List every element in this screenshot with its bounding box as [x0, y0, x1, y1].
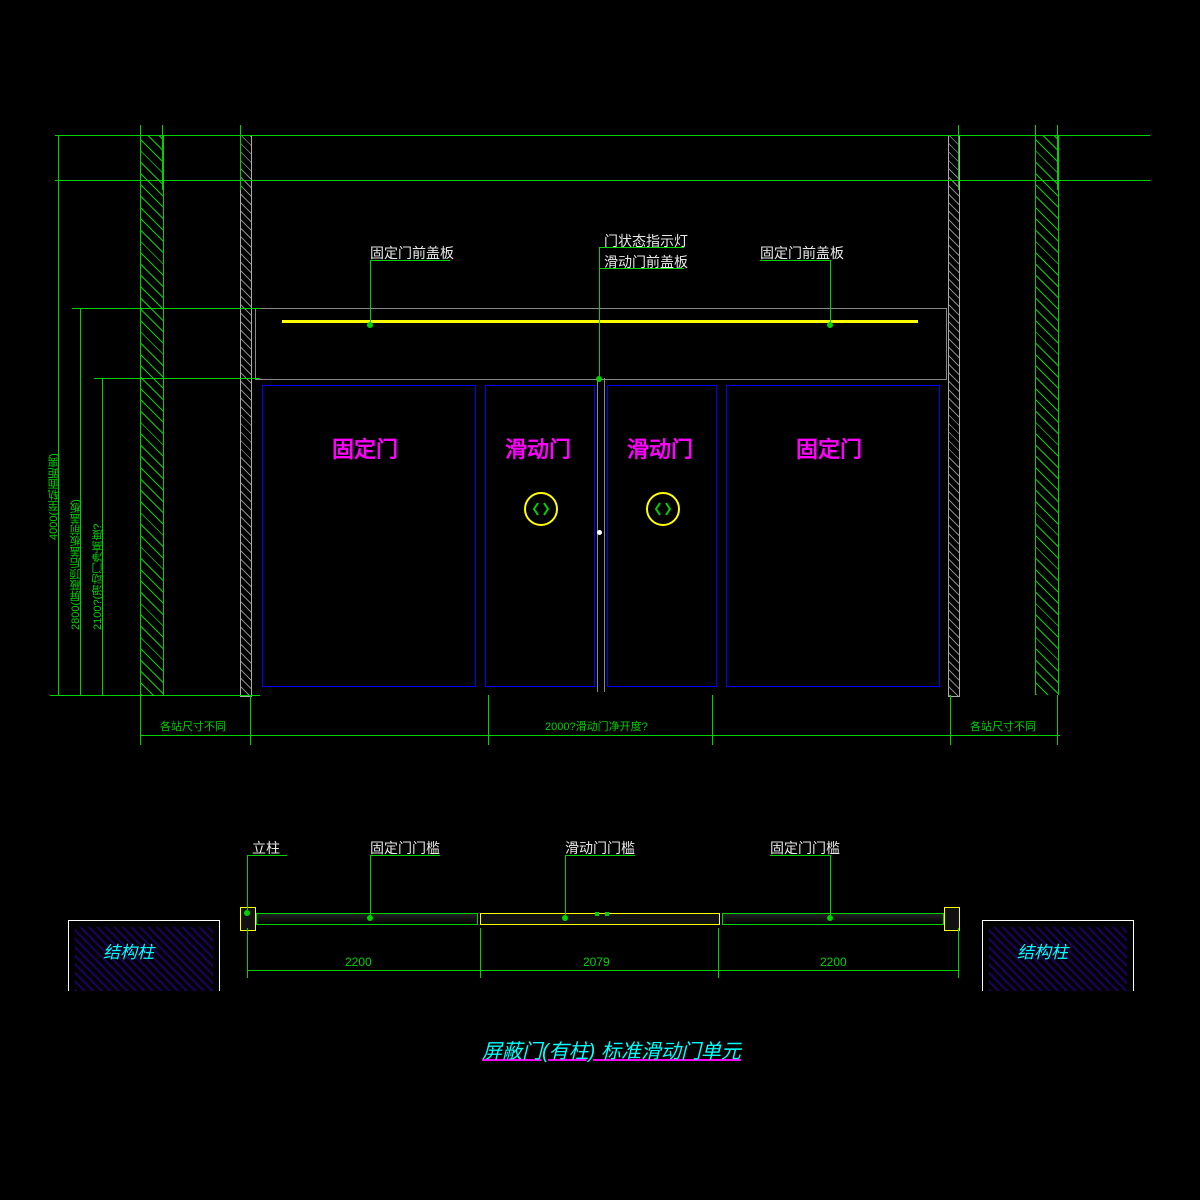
- dim-ext: [958, 928, 959, 978]
- center-mullion: [597, 378, 605, 692]
- dim-ext: [1057, 125, 1058, 190]
- dim-ext: [958, 125, 959, 190]
- callout-status-light: 门状态指示灯: [604, 231, 688, 251]
- leader-line: [370, 855, 371, 915]
- callout-fixed-cover-right: 固定门前盖板: [760, 243, 844, 263]
- tick-icon: [595, 912, 599, 916]
- dim-line-top: [55, 135, 1150, 136]
- dim-line-top2: [55, 180, 1150, 181]
- plan-dim-a: 2200: [345, 955, 372, 969]
- fixed-door-right: [726, 385, 940, 687]
- dim-ext: [1035, 125, 1036, 190]
- fixed-door-left: [262, 385, 476, 687]
- plan-dim-c: 2200: [820, 955, 847, 969]
- callout-sliding-sill: 滑动门门槛: [565, 838, 635, 858]
- dim-ext: [240, 125, 241, 190]
- leader-dot-icon: [827, 915, 833, 921]
- wall-hatch-right: [1035, 135, 1059, 695]
- dim-base: [50, 695, 260, 696]
- sliding-door-right-label: 滑动门: [627, 432, 693, 464]
- dim-mid-note: 2000?滑动门净开度?: [545, 718, 648, 734]
- dim-ext: [488, 695, 489, 745]
- header-box: [255, 308, 947, 380]
- dim-ext: [712, 695, 713, 745]
- unit-jamb-right: [948, 135, 960, 697]
- fixed-door-right-label: 固定门: [796, 432, 862, 464]
- dim-left-note: 各站尺寸不同: [160, 718, 226, 734]
- leader-dot-icon: [367, 322, 373, 328]
- leader-dot-icon: [244, 910, 250, 916]
- leader-dot-icon: [562, 915, 568, 921]
- leader-line: [599, 247, 600, 377]
- dim-height-2100: 2100?(滑动门净高度?: [90, 450, 106, 630]
- struct-column-right-label: 结构柱: [1017, 938, 1068, 963]
- dim-right-note: 各站尺寸不同: [970, 718, 1036, 734]
- plan-dim-b: 2079: [583, 955, 610, 969]
- dim-ext: [140, 125, 141, 190]
- center-dot-icon: [597, 530, 602, 535]
- dim-line-bottom: [140, 735, 1060, 736]
- dim-height-2800: 2800(屏蔽顶后盖板前盖板): [68, 410, 84, 630]
- sliding-door-right: [607, 385, 717, 687]
- dim-ext: [250, 695, 251, 745]
- dim-ext: [480, 928, 481, 978]
- drawing-title: 屏蔽门(有柱) 标准滑动门单元: [482, 1035, 741, 1064]
- dim-ext: [94, 378, 260, 379]
- plan-dim-line: [247, 970, 958, 971]
- fixed-door-left-label: 固定门: [332, 432, 398, 464]
- track-bar: [282, 320, 918, 323]
- dim-ext: [1057, 695, 1058, 745]
- leader-line: [565, 855, 566, 915]
- sliding-door-left-label: 滑动门: [505, 432, 571, 464]
- dim-ext: [950, 695, 951, 745]
- unit-jamb-left: [240, 135, 252, 697]
- door-open-icon-left: [524, 492, 558, 526]
- leader-line: [830, 855, 831, 915]
- leader-line: [247, 855, 248, 910]
- dim-ext: [247, 928, 248, 978]
- callout-sliding-cover: 滑动门前盖板: [604, 252, 688, 272]
- wall-hatch-left: [140, 135, 164, 695]
- struct-column-left-label: 结构柱: [103, 938, 154, 963]
- sliding-sill: [480, 913, 720, 925]
- callout-fixed-sill-right: 固定门门槛: [770, 838, 840, 858]
- sliding-door-left: [485, 385, 595, 687]
- dim-height-4000: 4000(至轨面距离): [46, 340, 62, 540]
- fixed-sill-right: [722, 913, 944, 925]
- leader-line: [370, 260, 371, 323]
- leader-line: [830, 260, 831, 323]
- callout-fixed-cover-left: 固定门前盖板: [370, 243, 454, 263]
- leader-dot-icon: [367, 915, 373, 921]
- leader-dot-icon: [596, 376, 602, 382]
- door-open-icon-right: [646, 492, 680, 526]
- tick-icon: [605, 912, 609, 916]
- dim-ext: [140, 695, 141, 745]
- dim-ext: [718, 928, 719, 978]
- leader-dot-icon: [827, 322, 833, 328]
- dim-ext: [72, 308, 260, 309]
- dim-ext: [162, 125, 163, 190]
- callout-column: 立柱: [252, 838, 280, 858]
- callout-fixed-sill-left: 固定门门槛: [370, 838, 440, 858]
